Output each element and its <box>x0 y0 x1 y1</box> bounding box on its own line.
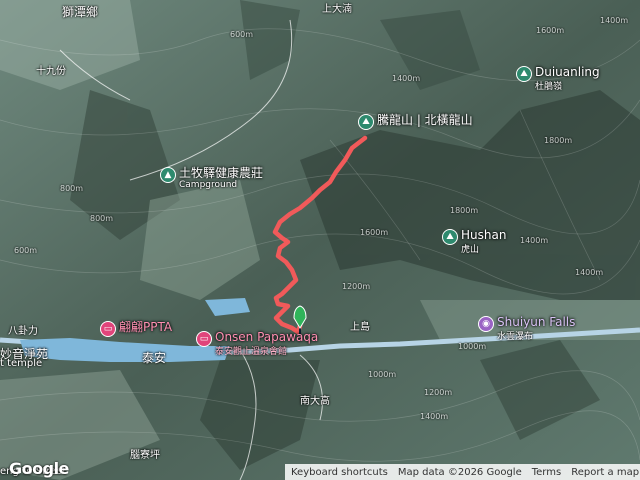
poi-campground[interactable]: ▲ 土牧驛健康農莊 Campground <box>160 167 263 190</box>
contour-label: 1800m <box>450 206 479 215</box>
poi-ppta[interactable]: ▭ 翩翩PPTA <box>100 321 172 337</box>
place-label: 獅潭鄉 <box>62 5 99 19</box>
contour-label: 1800m <box>544 136 573 145</box>
contour-label: 1400m <box>420 412 449 421</box>
place-label: 南大高 <box>300 396 330 407</box>
poi-name: 騰龍山 | 北橫龍山 <box>377 113 473 127</box>
place-label: t temple <box>0 358 43 369</box>
poi-name: Onsen Papawaqa <box>215 330 319 344</box>
place-label: 上島 <box>350 322 370 333</box>
poi-hushan[interactable]: ⛰ Hushan 虎山 <box>442 229 506 255</box>
poi-subname: Campground <box>179 180 238 190</box>
poi-duiuanling[interactable]: ⛰ Duiuanling 杜鵑嶺 <box>516 66 600 92</box>
poi-name: 土牧驛健康農莊 <box>179 166 264 180</box>
poi-shuiyun-falls[interactable]: ◉ Shuiyun Falls 水雲瀑布 <box>478 316 575 342</box>
poi-subname: 水雲瀑布 <box>497 332 534 342</box>
contour-label: 1000m <box>368 370 397 379</box>
map-attribution-bar: Keyboard shortcuts Map data ©2026 Google… <box>285 464 640 480</box>
poi-subname: 虎山 <box>461 245 480 255</box>
report-error-link[interactable]: Report a map error <box>571 467 640 478</box>
contour-label: 800m <box>60 184 84 193</box>
contour-label: 600m <box>230 30 254 39</box>
poi-name: Shuiyun Falls <box>497 315 576 329</box>
poi-name: 翩翩PPTA <box>119 320 173 334</box>
place-label: 腦寮坪 <box>130 450 160 461</box>
contour-label: 800m <box>90 214 114 223</box>
poi-name: Hushan <box>461 228 507 242</box>
poi-subname: 泰安觀止溫泉會館 <box>215 347 288 357</box>
contour-label: 1400m <box>520 236 549 245</box>
contour-label: 600m <box>14 246 38 255</box>
place-label: 八卦力 <box>8 326 38 337</box>
mountain-icon: ⛰ <box>516 66 532 82</box>
contour-label: 1400m <box>600 16 629 25</box>
map-data-text: Map data ©2026 Google <box>397 466 522 478</box>
place-label: 十九份 <box>36 66 66 77</box>
hotel-icon: ▭ <box>100 321 116 337</box>
poi-subname: 杜鵑嶺 <box>535 82 563 92</box>
keyboard-shortcuts-link[interactable]: Keyboard shortcuts <box>291 467 388 478</box>
campground-icon: ▲ <box>160 167 176 183</box>
contour-label: 1000m <box>458 342 487 351</box>
terms-link[interactable]: Terms <box>532 467 561 478</box>
google-logo[interactable]: Google <box>9 459 69 478</box>
mountain-icon: ⛰ <box>442 229 458 245</box>
contour-label: 1400m <box>575 268 604 277</box>
contour-label: 1200m <box>424 388 453 397</box>
hotel-icon: ▭ <box>196 331 212 347</box>
contour-label: 1600m <box>536 26 565 35</box>
contour-label: 1200m <box>342 282 371 291</box>
mountain-icon: ⛰ <box>358 114 374 130</box>
contour-label: 1600m <box>360 228 389 237</box>
contour-label: 1400m <box>392 74 421 83</box>
poi-tenglong-mountain[interactable]: ⛰ 騰龍山 | 北橫龍山 <box>358 114 473 130</box>
poi-name: Duiuanling <box>535 65 600 79</box>
place-label: 上大湳 <box>322 4 352 15</box>
place-label: 泰安 <box>142 351 167 365</box>
poi-onsen[interactable]: ▭ Onsen Papawaqa 泰安觀止溫泉會館 <box>196 331 318 357</box>
camera-icon: ◉ <box>478 316 494 332</box>
